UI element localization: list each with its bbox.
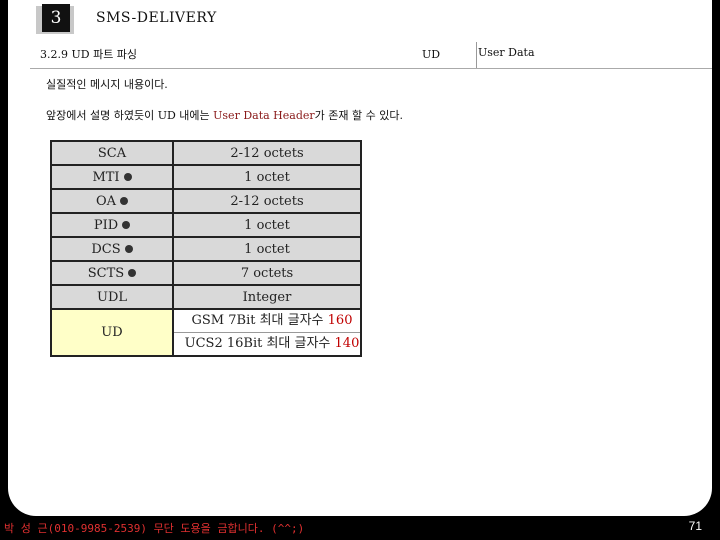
description-line-1: 실질적인 메시지 내용이다. [46,78,168,91]
table-row: OA 2-12 octets [50,188,362,214]
ud-label: UD [412,42,477,68]
page-number: 71 [688,519,702,533]
field-value-ud: GSM 7Bit 최대 글자수 160 UCS2 16Bit 최대 글자수 14… [172,308,362,357]
table-row: UDL Integer [50,284,362,310]
bullet-icon [128,269,137,277]
section-heading: 3.2.9 UD 파트 파싱 [40,48,138,61]
udh-highlight: User Data Header [213,109,315,122]
bullet-icon [122,221,131,229]
field-value: 1 octet [172,212,362,238]
description-line-2: 앞장에서 설명 하였듯이 UD 내에는 User Data Header가 존재… [46,109,403,122]
field-name-ud: UD [50,308,174,357]
slide-title: SMS-DELIVERY [96,10,217,26]
bullet-icon [123,173,132,181]
field-name: SCTS [50,260,174,286]
ucs2-limit: UCS2 16Bit 최대 글자수 140 [184,336,360,351]
ud-value: User Data [478,46,535,59]
field-value: 1 octet [172,236,362,262]
field-name: OA [50,188,174,214]
field-name: MTI [50,164,174,190]
chapter-number: 3 [42,4,70,32]
table-row: SCTS 7 octets [50,260,362,286]
table-row: SCA 2-12 octets [50,140,362,166]
field-name: SCA [50,140,174,166]
table-row-ud: UD GSM 7Bit 최대 글자수 160 UCS2 16Bit 최대 글자수… [50,308,362,357]
pdu-fields-table: SCA 2-12 octets MTI 1 octet OA 2-12 octets PID… [50,140,362,357]
chapter-badge: 3 [36,4,74,34]
field-name: DCS [50,236,174,262]
field-name: PID [50,212,174,238]
field-value: 7 octets [172,260,362,286]
bullet-icon [124,245,133,253]
table-row: MTI 1 octet [50,164,362,190]
slide: 3 SMS-DELIVERY 3.2.9 UD 파트 파싱 UD User Da… [8,0,712,516]
bullet-icon [120,197,129,205]
field-value: 2-12 octets [172,188,362,214]
field-value: Integer [172,284,362,310]
field-value: 1 octet [172,164,362,190]
field-name: UDL [50,284,174,310]
field-value: 2-12 octets [172,140,362,166]
table-row: PID 1 octet [50,212,362,238]
table-row: DCS 1 octet [50,236,362,262]
gsm-limit: GSM 7Bit 최대 글자수 160 [174,310,360,333]
footer-copyright: 박 성 근(010-9985-2539) 무단 도용을 금합니다. (^^;) [4,522,305,535]
